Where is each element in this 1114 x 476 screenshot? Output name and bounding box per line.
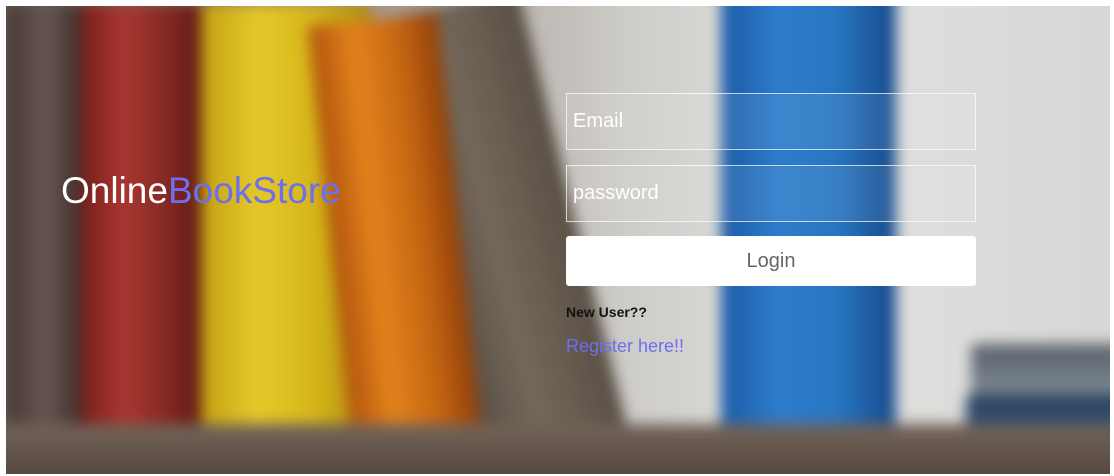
brand-part-online: Online (61, 170, 168, 211)
login-page: OnlineBookStore Login New User?? Registe… (6, 6, 1110, 474)
email-input[interactable] (566, 93, 976, 150)
site-logo-text: OnlineBookStore (61, 170, 341, 212)
login-button[interactable]: Login (566, 236, 976, 286)
register-link[interactable]: Register here!! (566, 336, 684, 357)
new-user-label: New User?? (566, 304, 647, 320)
login-form: Login New User?? Register here!! (566, 93, 976, 357)
password-input[interactable] (566, 165, 976, 222)
brand-part-bookstore: BookStore (167, 170, 341, 211)
